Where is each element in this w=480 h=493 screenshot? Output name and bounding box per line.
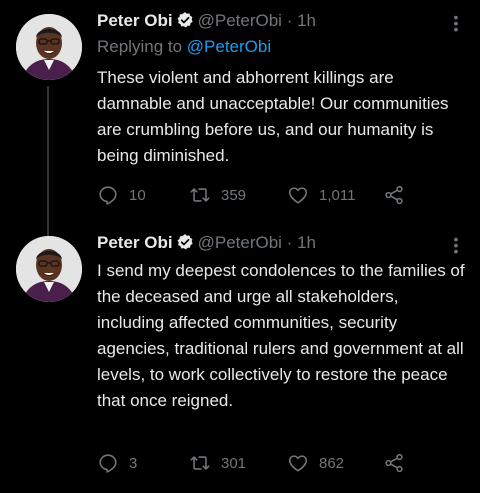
tweet-timestamp[interactable]: 1h (297, 11, 316, 30)
tweet[interactable]: Peter Obi @PeterObi · 1h • • • Replying to … (0, 0, 480, 226)
tweet-header: Peter Obi @PeterObi · 1h (97, 232, 440, 254)
retweet-button[interactable]: 301 (189, 451, 246, 475)
like-button[interactable]: 862 (287, 451, 344, 475)
share-icon (385, 453, 403, 473)
tweet-text: These violent and abhorrent killings are… (97, 68, 449, 165)
retweet-count: 359 (221, 186, 247, 204)
reply-count: 10 (129, 186, 146, 204)
tweet-actions: 3 301 862 (97, 451, 437, 475)
like-count: 1,011 (319, 186, 356, 204)
tweet[interactable]: Peter Obi @PeterObi · 1h • • • I send my de… (0, 226, 480, 493)
retweet-count: 301 (221, 454, 247, 472)
author-handle[interactable]: @PeterObi (198, 233, 282, 252)
replying-to-line: Replying to @PeterObi (97, 36, 271, 58)
separator-dot: · (286, 11, 293, 30)
reply-button[interactable]: 10 (97, 183, 146, 207)
replying-to-label: Replying to (97, 37, 187, 56)
like-button[interactable]: 1,011 (287, 183, 355, 207)
tweet-header: Peter Obi @PeterObi · 1h (97, 10, 440, 32)
more-icon[interactable]: • • • (448, 232, 464, 258)
like-icon (288, 455, 308, 472)
verified-icon (177, 12, 193, 28)
like-icon (288, 187, 308, 204)
reply-count: 3 (129, 454, 138, 472)
like-count: 862 (319, 454, 345, 472)
verified-icon (177, 234, 193, 250)
avatar-image (16, 14, 82, 80)
reply-icon (99, 454, 117, 473)
reply-button[interactable]: 3 (97, 451, 137, 475)
author-name[interactable]: Peter Obi (97, 233, 173, 252)
avatar-image (16, 236, 82, 302)
share-button[interactable] (383, 183, 415, 207)
author-name[interactable]: Peter Obi (97, 11, 173, 30)
replying-to-handle[interactable]: @PeterObi (187, 37, 271, 56)
retweet-icon (190, 456, 210, 470)
more-icon[interactable]: • • • (448, 10, 464, 36)
avatar[interactable] (16, 14, 82, 80)
author-handle[interactable]: @PeterObi (198, 11, 282, 30)
share-icon (385, 185, 403, 205)
reply-icon (99, 186, 117, 205)
avatar[interactable] (16, 236, 82, 302)
separator-dot: · (286, 233, 293, 252)
tweet-actions: 10 359 1,011 (97, 183, 437, 207)
share-button[interactable] (383, 451, 415, 475)
tweet-text: I send my deepest condolences to the fam… (97, 261, 465, 410)
retweet-icon (190, 188, 210, 202)
tweet-timestamp[interactable]: 1h (297, 233, 316, 252)
retweet-button[interactable]: 359 (189, 183, 246, 207)
